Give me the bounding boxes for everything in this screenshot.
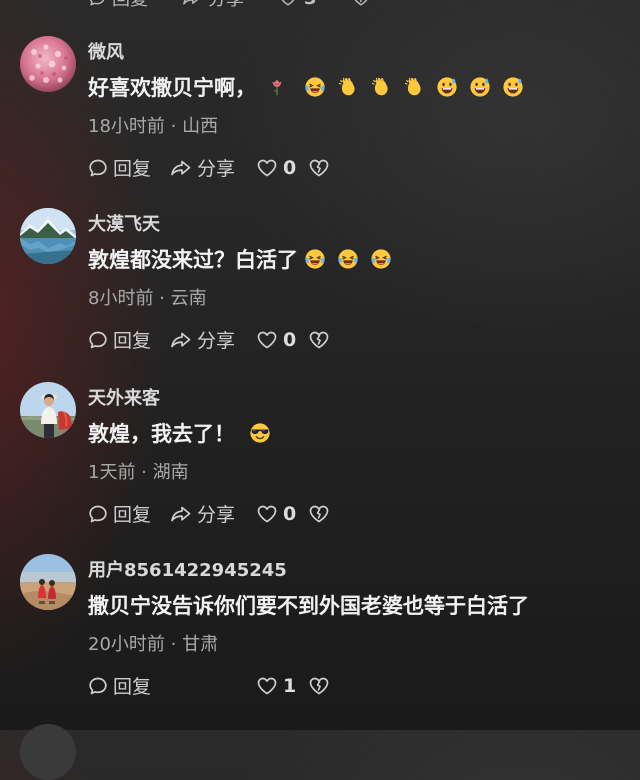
avatar[interactable] — [20, 382, 76, 438]
like-count: 0 — [283, 328, 297, 351]
heart-icon — [256, 676, 278, 696]
laugh-cry-icon — [370, 248, 392, 270]
clap-icon — [370, 76, 392, 98]
share-button[interactable]: 分享 — [182, 0, 244, 11]
comment-item: 大漠飞天 敦煌都没来过？白活了 8小时前 · 云南 回复 分享 0 — [0, 208, 640, 358]
avatar-image — [20, 382, 76, 438]
like-button[interactable]: 0 — [256, 157, 308, 179]
like-button[interactable]: 1 — [256, 675, 308, 697]
avatar-image — [20, 36, 76, 92]
dislike-button[interactable] — [308, 504, 330, 524]
comment-username[interactable]: 天外来客 — [88, 384, 160, 410]
comment-meta: 1天前 · 湖南 — [88, 462, 189, 483]
grin-sweat-icon — [469, 76, 491, 98]
avatar[interactable] — [20, 36, 76, 92]
like-button[interactable]: 3 — [278, 0, 317, 9]
comment-text-content: 敦煌都没来过？白活了 — [88, 248, 298, 272]
reply-bubble-icon — [88, 0, 106, 7]
reply-button[interactable]: 回复 — [88, 326, 170, 353]
comment-meta: 8小时前 · 云南 — [88, 288, 207, 309]
laugh-cry-icon — [337, 248, 359, 270]
reply-label: 回复 — [113, 676, 152, 698]
comment-actions: 回复 分享 0 — [88, 500, 330, 527]
dislike-button[interactable] — [308, 330, 330, 350]
comment-actions: 回复 1 — [88, 672, 330, 699]
grin-sweat-icon — [502, 76, 524, 98]
reply-button[interactable]: 回复 — [88, 0, 148, 11]
reply-label: 回复 — [112, 0, 148, 11]
share-label: 分享 — [197, 330, 236, 352]
broken-heart-icon — [308, 330, 330, 350]
reply-button[interactable]: 回复 — [88, 500, 170, 527]
share-arrow-icon — [170, 504, 192, 524]
like-button[interactable]: 0 — [256, 503, 308, 525]
dislike-button[interactable] — [308, 676, 330, 696]
previous-comment-actions: 回复 分享 3 — [88, 0, 371, 11]
comment-text: 敦煌都没来过？白活了 — [88, 244, 392, 274]
share-label: 分享 — [197, 504, 236, 526]
avatar[interactable] — [20, 554, 76, 610]
comment-text: 好喜欢撒贝宁啊， — [88, 72, 524, 102]
like-button[interactable]: 0 — [256, 329, 308, 351]
reply-label: 回复 — [113, 504, 152, 526]
heart-icon — [256, 158, 278, 178]
comment-meta: 20小时前 · 甘肃 — [88, 634, 219, 655]
comment-text: 敦煌，我去了！ — [88, 418, 271, 448]
avatar-image — [20, 208, 76, 264]
avatar[interactable] — [20, 724, 76, 780]
comment-meta: 18小时前 · 山西 — [88, 116, 219, 137]
heart-icon — [278, 0, 298, 7]
dislike-button[interactable] — [351, 0, 371, 7]
comment-actions: 回复 分享 0 — [88, 154, 330, 181]
comment-text-content: 撒贝宁没告诉你们要不到外国老婆也等于白活了 — [88, 594, 529, 618]
like-count: 3 — [304, 0, 317, 9]
reply-label: 回复 — [113, 330, 152, 352]
clap-icon — [403, 76, 425, 98]
heart-icon — [256, 330, 278, 350]
comment-text-content: 好喜欢撒贝宁啊， — [88, 76, 256, 100]
share-button[interactable]: 分享 — [170, 154, 256, 181]
share-label: 分享 — [208, 0, 244, 11]
broken-heart-icon — [308, 158, 330, 178]
grin-sweat-icon — [436, 76, 458, 98]
broken-heart-icon — [308, 504, 330, 524]
heart-icon — [256, 504, 278, 524]
share-button[interactable]: 分享 — [170, 326, 256, 353]
like-count: 0 — [283, 502, 297, 525]
like-count: 1 — [283, 674, 297, 697]
broken-heart-icon — [308, 676, 330, 696]
reply-bubble-icon — [88, 330, 108, 350]
reply-button[interactable]: 回复 — [88, 154, 170, 181]
comment-item: 天外来客 敦煌，我去了！ 1天前 · 湖南 回复 分享 0 — [0, 382, 640, 532]
share-button[interactable]: 分享 — [170, 500, 256, 527]
comment-item: 微风 好喜欢撒贝宁啊， 18小时前 · 山西 回复 分享 0 — [0, 36, 640, 186]
share-arrow-icon — [182, 0, 202, 7]
broken-heart-icon — [351, 0, 371, 7]
avatar[interactable] — [20, 208, 76, 264]
share-arrow-icon — [170, 158, 192, 178]
comment-text: 撒贝宁没告诉你们要不到外国老婆也等于白活了 — [88, 590, 529, 620]
comment-text-content: 敦煌，我去了！ — [88, 422, 235, 446]
comment-item: 用户8561422945245 撒贝宁没告诉你们要不到外国老婆也等于白活了 20… — [0, 554, 640, 704]
reply-bubble-icon — [88, 158, 108, 178]
comment-username[interactable]: 微风 — [88, 38, 124, 64]
reply-bubble-icon — [88, 676, 108, 696]
reply-bubble-icon — [88, 504, 108, 524]
reply-button[interactable]: 回复 — [88, 672, 170, 699]
rose-icon — [270, 78, 284, 96]
avatar-image — [20, 554, 76, 610]
share-label: 分享 — [197, 158, 236, 180]
comment-username[interactable]: 大漠飞天 — [88, 210, 160, 236]
comment-actions: 回复 分享 0 — [88, 326, 330, 353]
laugh-cry-icon — [304, 248, 326, 270]
share-arrow-icon — [170, 330, 192, 350]
laugh-cry-icon — [304, 76, 326, 98]
clap-icon — [337, 76, 359, 98]
comment-username[interactable]: 用户8561422945245 — [88, 556, 287, 582]
sunglasses-icon — [249, 422, 271, 444]
dislike-button[interactable] — [308, 158, 330, 178]
like-count: 0 — [283, 156, 297, 179]
reply-label: 回复 — [113, 158, 152, 180]
